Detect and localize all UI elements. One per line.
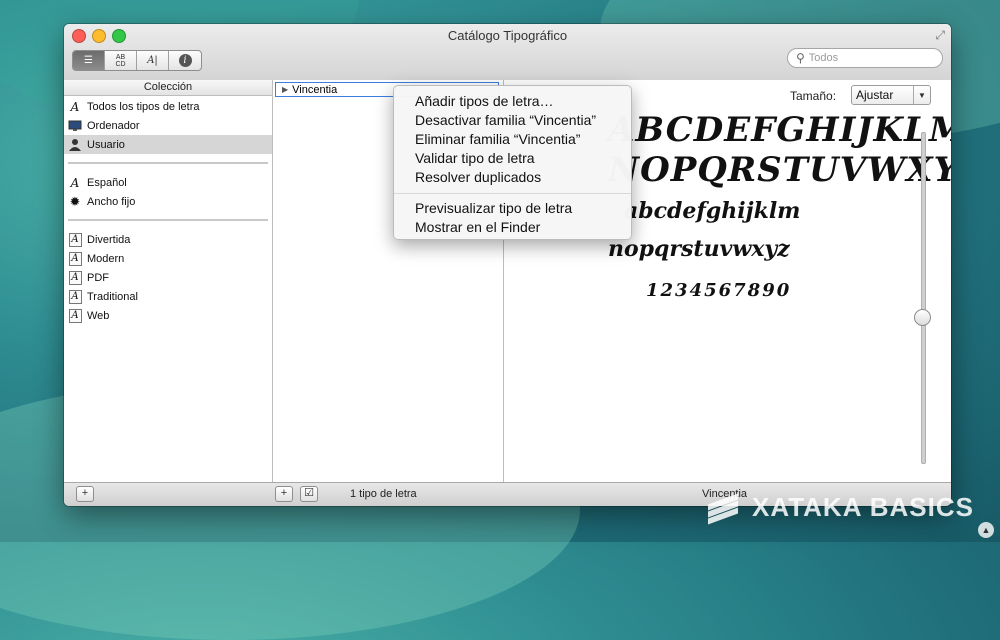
menu-separator xyxy=(394,193,631,194)
gear-icon: ✹ xyxy=(69,193,81,209)
font-collection-icon: A xyxy=(68,232,82,247)
collection-item-label: Divertida xyxy=(87,233,131,246)
disclosure-triangle-icon[interactable]: ▶ xyxy=(282,85,288,94)
collection-item-web[interactable]: A Web xyxy=(64,306,272,325)
menu-item-remove-family[interactable]: Eliminar familia “Vincentia” xyxy=(394,130,631,149)
divider xyxy=(68,219,268,221)
collection-item-label: Español xyxy=(87,176,127,189)
size-select-value: Ajustar xyxy=(856,88,894,102)
enable-font-checkbox-button[interactable]: ☑ xyxy=(300,486,318,502)
search-placeholder: Todos xyxy=(808,52,839,64)
menu-item-disable-family[interactable]: Desactivar familia “Vincentia” xyxy=(394,111,631,130)
collection-item-label: Modern xyxy=(87,252,125,265)
abcd-icon: ABCD xyxy=(115,53,126,68)
collection-item-label: Traditional xyxy=(87,290,138,303)
size-slider-knob[interactable] xyxy=(914,309,931,326)
collection-item-label: Ancho fijo xyxy=(87,195,136,208)
size-slider-track[interactable] xyxy=(921,132,926,464)
font-cursor-icon: A| xyxy=(147,55,158,66)
preview-uppercase-line-2: NOPQRSTUVWXYZ xyxy=(608,150,951,190)
scroll-up-icon[interactable]: ▲ xyxy=(978,522,994,538)
preview-digits-line: 1234567890 xyxy=(646,280,792,301)
add-collection-button[interactable]: + xyxy=(76,486,94,502)
divider xyxy=(68,162,268,164)
context-menu: Añadir tipos de letra… Desactivar famili… xyxy=(393,85,632,240)
list-view-button[interactable]: ☰ xyxy=(73,51,105,70)
list-icon: ☰ xyxy=(84,55,93,66)
view-mode-segmented-control: ☰ ABCD A| i xyxy=(72,50,202,71)
font-collection-icon: A xyxy=(68,251,82,266)
collection-header: Colección xyxy=(64,80,272,96)
preview-lowercase-line-2: nopqrstuvwxyz xyxy=(608,236,790,262)
collection-item-fixed-width[interactable]: ✹ Ancho fijo xyxy=(64,192,272,211)
menu-item-resolve-duplicates[interactable]: Resolver duplicados xyxy=(394,168,631,187)
preview-uppercase-line-1: ABCDEFGHIJKLM xyxy=(608,110,951,150)
collection-item-traditional[interactable]: A Traditional xyxy=(64,287,272,306)
fullscreen-icon[interactable]: ⤢ xyxy=(935,28,945,43)
collection-item-computer[interactable]: Ordenador xyxy=(64,116,272,135)
watermark: XATAKA BASICS xyxy=(708,492,974,524)
search-icon: ⚲ xyxy=(796,51,805,65)
info-icon: i xyxy=(178,54,192,67)
collection-item-divertida[interactable]: A Divertida xyxy=(64,230,272,249)
collection-item-pdf[interactable]: A PDF xyxy=(64,268,272,287)
collection-item-label: Web xyxy=(87,309,110,322)
font-collection-icon: A xyxy=(68,270,82,285)
size-label: Tamaño: xyxy=(790,89,837,103)
collection-item-label: Usuario xyxy=(87,138,125,151)
window-title: Catálogo Tipográfico xyxy=(447,28,568,43)
collection-item-label: Ordenador xyxy=(87,119,140,132)
custom-view-button[interactable]: A| xyxy=(137,51,169,70)
preview-lowercase-line-1: abcdefghijklm xyxy=(624,198,801,224)
font-collection-icon: A xyxy=(68,308,82,323)
collection-pane: Colección A Todos los tipos de letra Ord… xyxy=(64,80,273,482)
collection-item-modern[interactable]: A Modern xyxy=(64,249,272,268)
title-bar: Catálogo Tipográfico ⤢ ☰ ABCD A| i ⚲ Tod… xyxy=(64,24,951,81)
size-select[interactable]: Ajustar ▼ xyxy=(851,85,931,105)
font-family-name: Vincentia xyxy=(292,83,338,96)
font-count-label: 1 tipo de letra xyxy=(350,488,417,500)
add-font-button[interactable]: + xyxy=(275,486,293,502)
menu-item-validate-font[interactable]: Validar tipo de letra xyxy=(394,149,631,168)
search-field[interactable]: ⚲ Todos xyxy=(787,48,943,68)
menu-item-show-in-finder[interactable]: Mostrar en el Finder xyxy=(394,218,631,237)
chevron-down-icon: ▼ xyxy=(913,86,930,104)
collection-item-label: PDF xyxy=(87,271,109,284)
info-button[interactable]: i xyxy=(169,51,201,70)
collection-item-spanish[interactable]: A Español xyxy=(64,173,272,192)
xataka-logo-icon xyxy=(708,493,738,524)
user-icon xyxy=(68,138,82,152)
watermark-text: XATAKA BASICS xyxy=(752,492,974,522)
font-a-icon: A xyxy=(70,99,80,114)
font-collection-icon: A xyxy=(68,289,82,304)
collection-item-all-fonts[interactable]: A Todos los tipos de letra xyxy=(64,97,272,116)
sample-view-button[interactable]: ABCD xyxy=(105,51,137,70)
collection-item-user[interactable]: Usuario xyxy=(64,135,272,154)
computer-icon xyxy=(68,119,82,133)
menu-item-add-fonts[interactable]: Añadir tipos de letra… xyxy=(394,92,631,111)
font-a-icon: A xyxy=(70,175,80,190)
collection-item-label: Todos los tipos de letra xyxy=(87,100,200,113)
menu-item-preview-font[interactable]: Previsualizar tipo de letra xyxy=(394,199,631,218)
